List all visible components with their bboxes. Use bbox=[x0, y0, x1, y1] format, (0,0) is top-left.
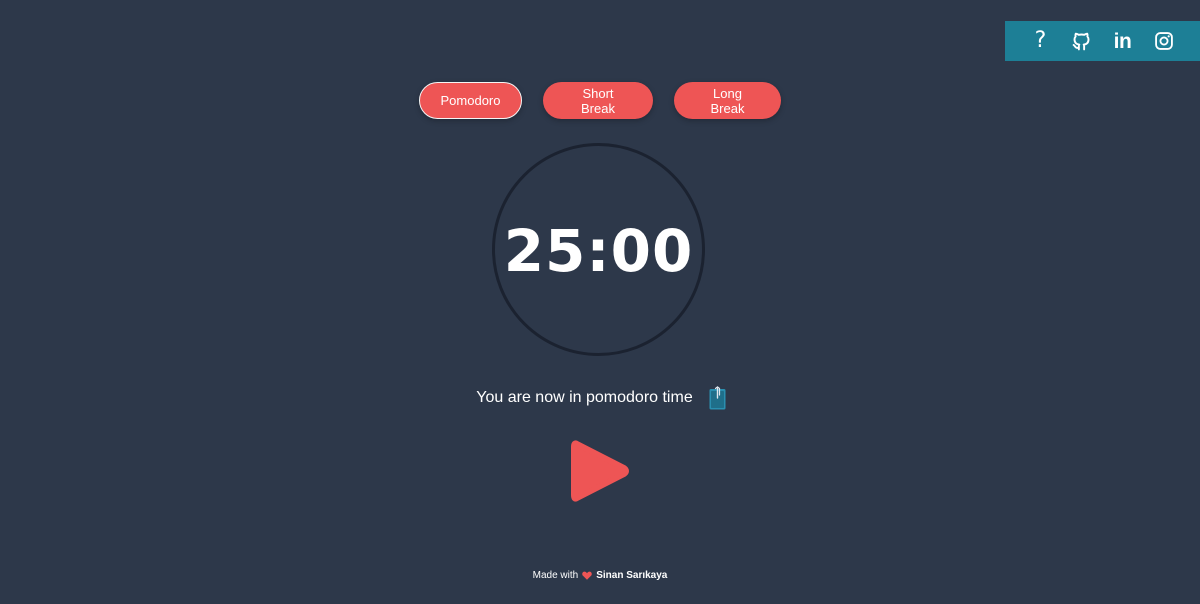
clipboard-icon bbox=[709, 386, 726, 410]
github-link[interactable] bbox=[1071, 31, 1092, 52]
tab-pomodoro[interactable]: Pomodoro bbox=[419, 82, 522, 119]
footer: Made with Sinan Sarıkaya bbox=[0, 570, 1200, 581]
footer-prefix: Made with bbox=[532, 570, 579, 581]
help-icon: ? bbox=[1034, 28, 1047, 53]
play-icon bbox=[571, 440, 629, 502]
instagram-link[interactable] bbox=[1153, 31, 1174, 52]
heart-icon bbox=[582, 571, 592, 580]
timer-ring: 25:00 bbox=[492, 143, 705, 356]
social-links-bar: ? in bbox=[1005, 21, 1200, 61]
timer-display: 25:00 bbox=[503, 216, 694, 285]
status-row: You are now in pomodoro time bbox=[0, 386, 1200, 410]
mode-tabs: Pomodoro Short Break Long Break bbox=[0, 82, 1200, 119]
play-button[interactable] bbox=[571, 438, 631, 504]
status-message: You are now in pomodoro time bbox=[476, 389, 693, 406]
tab-short-break[interactable]: Short Break bbox=[543, 82, 653, 119]
tab-long-break[interactable]: Long Break bbox=[674, 82, 781, 119]
linkedin-link[interactable]: in bbox=[1112, 31, 1133, 52]
help-link[interactable]: ? bbox=[1030, 28, 1051, 53]
instagram-icon bbox=[1154, 32, 1173, 50]
github-icon bbox=[1072, 32, 1090, 50]
footer-author[interactable]: Sinan Sarıkaya bbox=[596, 570, 667, 581]
linkedin-icon: in bbox=[1113, 29, 1132, 53]
